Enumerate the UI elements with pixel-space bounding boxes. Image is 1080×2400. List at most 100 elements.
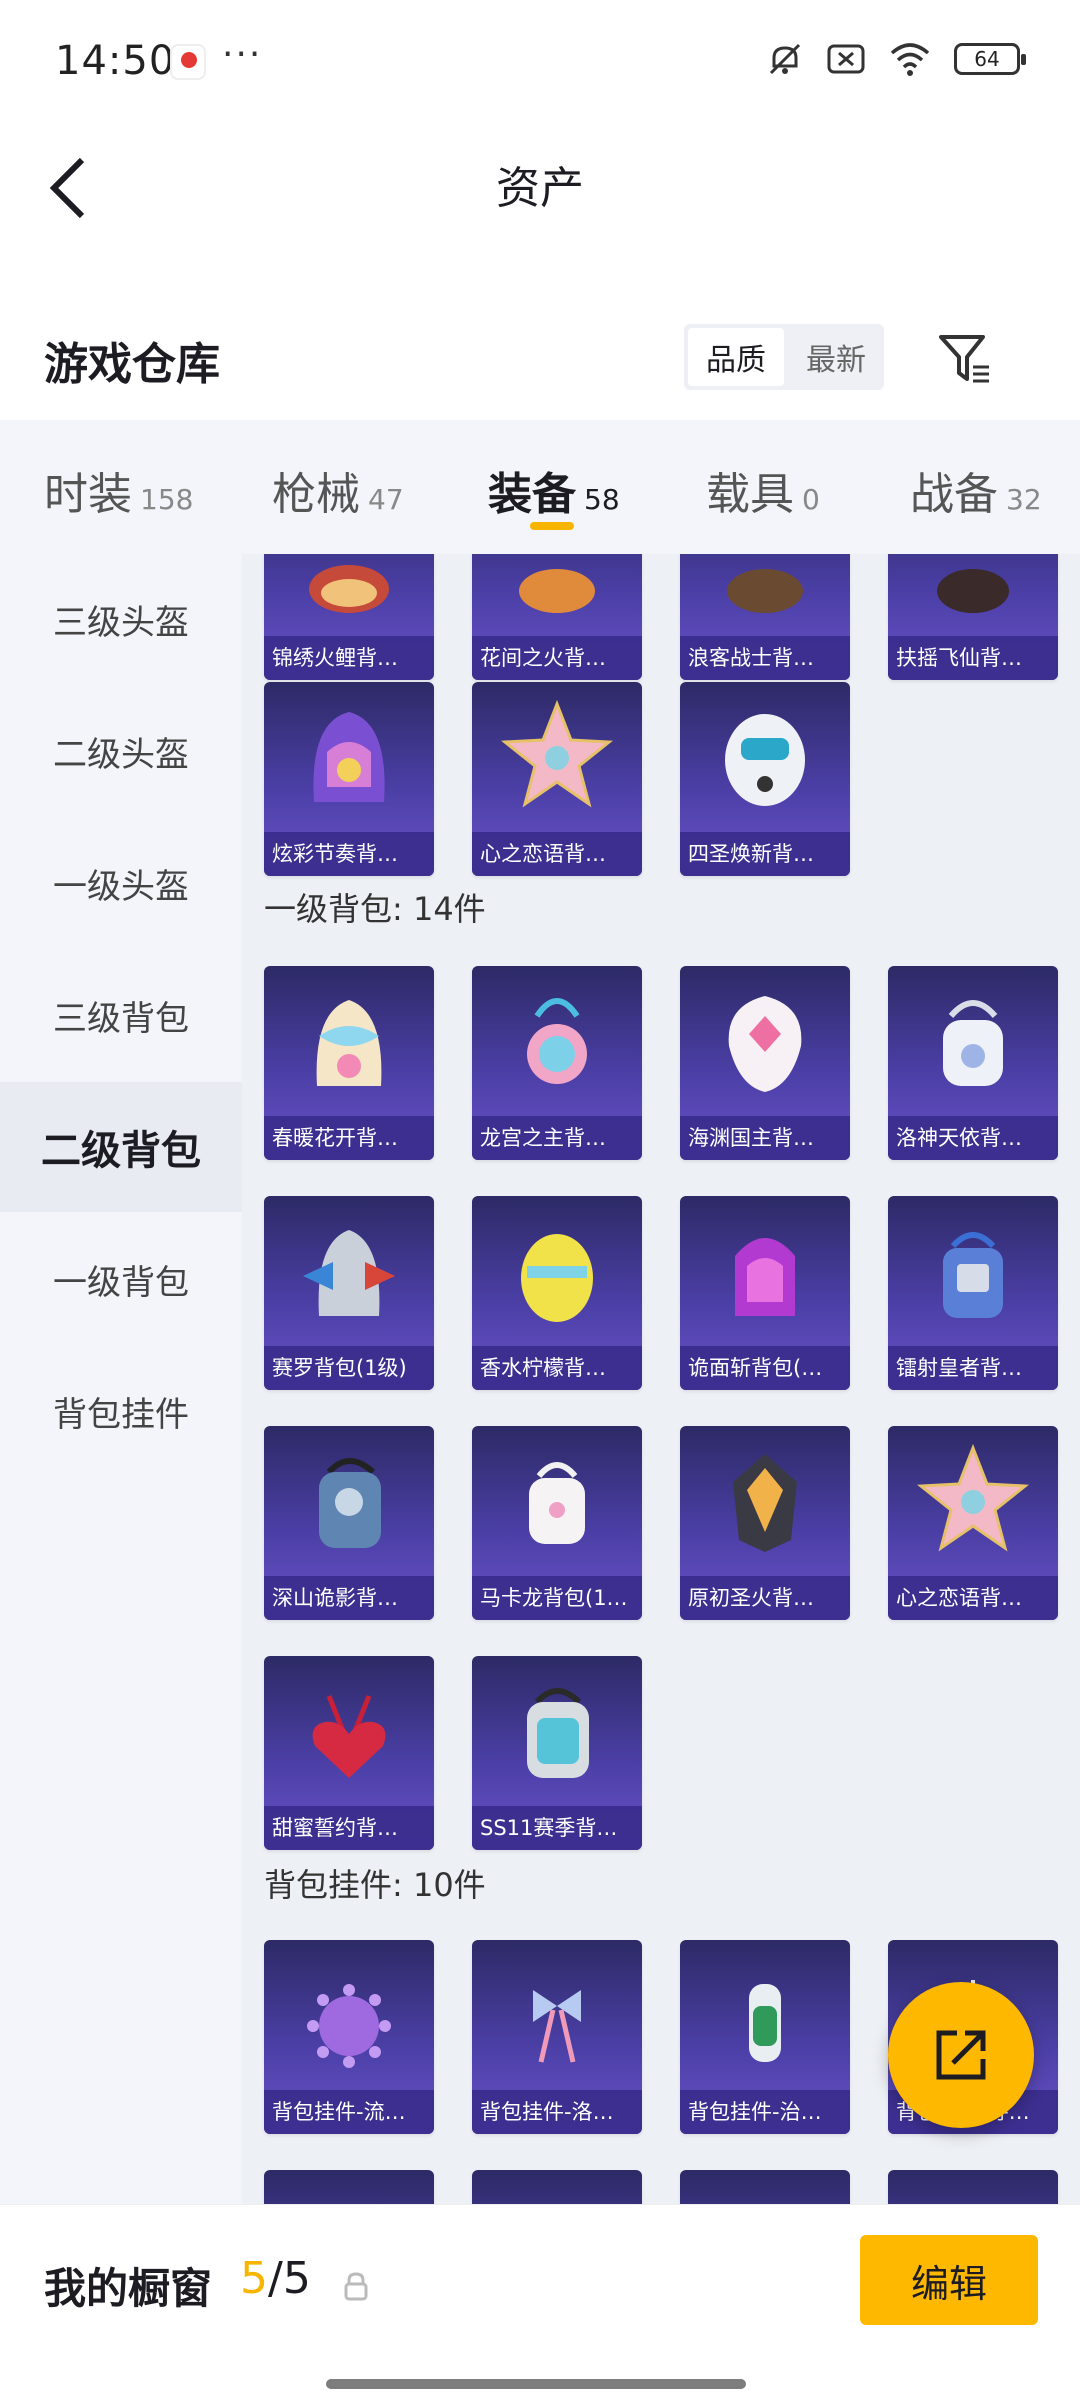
- item-card[interactable]: 镭射皇者背…: [888, 1196, 1058, 1390]
- nav-header: 资产: [0, 128, 1080, 248]
- item-name: 深山诡影背…: [264, 1576, 434, 1620]
- side-item-pendant[interactable]: 背包挂件: [0, 1346, 242, 1476]
- home-indicator[interactable]: [326, 2379, 746, 2389]
- item-name: 锦绣火鲤背…: [264, 636, 434, 680]
- pendant-icon: [680, 1940, 850, 2090]
- sort-quality-option[interactable]: 品质: [688, 328, 784, 386]
- backpack-icon: [680, 682, 850, 832]
- showcase-title: 我的橱窗: [44, 2264, 213, 2313]
- backpack-icon: [472, 682, 642, 832]
- item-card[interactable]: 马卡龙背包(1…: [472, 1426, 642, 1620]
- wifi-icon: [890, 43, 930, 76]
- item-card[interactable]: 原初圣火背…: [680, 1426, 850, 1620]
- item-name: 洛神天依背…: [888, 1116, 1058, 1160]
- tab-label: 战备: [910, 469, 998, 520]
- section-lv1-backpack: 一级背包: 14件: [264, 890, 486, 928]
- tab-count: 0: [802, 483, 820, 516]
- filter-button[interactable]: [930, 324, 1000, 394]
- showcase-bar: 我的橱窗 5/5 编辑: [0, 2204, 1080, 2400]
- item-card[interactable]: 炫彩节奏背…: [264, 682, 434, 876]
- item-name: 诡面斩背包(…: [680, 1346, 850, 1390]
- item-card[interactable]: 背包挂件-流…: [264, 1940, 434, 2134]
- tab-fashion[interactable]: 时装 158: [44, 458, 193, 522]
- item-name: SS11赛季背…: [472, 1806, 642, 1850]
- tab-vehicles[interactable]: 载具 0: [706, 458, 820, 522]
- side-menu: 三级头盔 二级头盔 一级头盔 三级背包 二级背包 一级背包 背包挂件: [0, 554, 242, 2204]
- side-item-lv3-backpack[interactable]: 三级背包: [0, 950, 242, 1080]
- item-name: 香水柠檬背…: [472, 1346, 642, 1390]
- item-card[interactable]: 龙宫之主背…: [472, 966, 642, 1160]
- backpack-icon: [888, 966, 1058, 1116]
- tab-weapons[interactable]: 枪械 47: [272, 458, 404, 522]
- item-card[interactable]: [680, 2170, 850, 2204]
- share-icon: [936, 2030, 986, 2080]
- item-card[interactable]: 锦绣火鲤背…: [264, 554, 434, 680]
- item-card[interactable]: 甜蜜誓约背…: [264, 1656, 434, 1850]
- page-title: 资产: [496, 163, 584, 214]
- backpack-icon: [888, 1426, 1058, 1576]
- side-item-lv2-backpack[interactable]: 二级背包: [0, 1082, 242, 1212]
- share-fab-button[interactable]: [888, 1982, 1034, 2128]
- backpack-icon: [680, 554, 850, 636]
- item-card[interactable]: [472, 2170, 642, 2204]
- backpack-icon: [888, 1196, 1058, 1346]
- backpack-icon: [264, 1426, 434, 1576]
- item-card[interactable]: 扶摇飞仙背…: [888, 554, 1058, 680]
- item-name: 心之恋语背…: [888, 1576, 1058, 1620]
- item-card[interactable]: 洛神天依背…: [888, 966, 1058, 1160]
- status-icons: 64: [766, 40, 1026, 78]
- edit-button[interactable]: 编辑: [860, 2235, 1038, 2325]
- backpack-icon: [472, 1196, 642, 1346]
- showcase-current: 5: [240, 2253, 268, 2304]
- item-card[interactable]: 赛罗背包(1级): [264, 1196, 434, 1390]
- tab-label: 时装: [44, 469, 132, 520]
- sort-newest-option[interactable]: 最新: [788, 324, 884, 390]
- filter-icon: [939, 335, 989, 383]
- tab-label: 装备: [488, 469, 576, 520]
- side-item-lv2-helmet[interactable]: 二级头盔: [0, 686, 242, 816]
- item-name: 马卡龙背包(1…: [472, 1576, 642, 1620]
- backpack-icon: [680, 1426, 850, 1576]
- item-name: 浪客战士背…: [680, 636, 850, 680]
- item-card[interactable]: 花间之火背…: [472, 554, 642, 680]
- item-card[interactable]: 春暖花开背…: [264, 966, 434, 1160]
- item-card[interactable]: 海渊国主背…: [680, 966, 850, 1160]
- pendant-icon: [472, 1940, 642, 2090]
- item-card[interactable]: 心之恋语背…: [472, 682, 642, 876]
- tab-label: 枪械: [272, 469, 360, 520]
- item-card[interactable]: 香水柠檬背…: [472, 1196, 642, 1390]
- side-item-lv1-backpack[interactable]: 一级背包: [0, 1214, 242, 1344]
- tab-count: 32: [1006, 483, 1042, 516]
- showcase-separator: /: [268, 2253, 283, 2304]
- tab-combat-gear[interactable]: 战备 32: [910, 458, 1042, 522]
- item-card[interactable]: [888, 2170, 1058, 2204]
- item-name: 赛罗背包(1级): [264, 1346, 434, 1390]
- tab-equipment[interactable]: 装备 58: [488, 458, 620, 522]
- side-item-lv3-helmet[interactable]: 三级头盔: [0, 554, 242, 684]
- side-item-lv1-helmet[interactable]: 一级头盔: [0, 818, 242, 948]
- backpack-icon: [680, 966, 850, 1116]
- status-time: 14:50: [55, 38, 176, 84]
- item-name: 心之恋语背…: [472, 832, 642, 876]
- item-card[interactable]: 心之恋语背…: [888, 1426, 1058, 1620]
- backpack-icon: [472, 966, 642, 1116]
- item-card[interactable]: 浪客战士背…: [680, 554, 850, 680]
- status-more-icon: ···: [222, 34, 263, 75]
- item-name: 炫彩节奏背…: [264, 832, 434, 876]
- item-card[interactable]: 背包挂件-治…: [680, 1940, 850, 2134]
- tab-count: 47: [368, 483, 404, 516]
- backpack-icon: [888, 554, 1058, 636]
- item-name: 背包挂件-洛…: [472, 2090, 642, 2134]
- item-card[interactable]: 诡面斩背包(…: [680, 1196, 850, 1390]
- showcase-max: 5: [282, 2253, 311, 2304]
- item-card[interactable]: SS11赛季背…: [472, 1656, 642, 1850]
- section-pendant: 背包挂件: 10件: [264, 1866, 486, 1904]
- item-card[interactable]: [264, 2170, 434, 2204]
- item-card[interactable]: 四圣焕新背…: [680, 682, 850, 876]
- tab-label: 载具: [706, 469, 794, 520]
- item-card[interactable]: 背包挂件-洛…: [472, 1940, 642, 2134]
- tab-count: 158: [140, 483, 194, 516]
- backpack-icon: [472, 1426, 642, 1576]
- item-card[interactable]: 深山诡影背…: [264, 1426, 434, 1620]
- showcase-counter: 5/5: [240, 2253, 311, 2304]
